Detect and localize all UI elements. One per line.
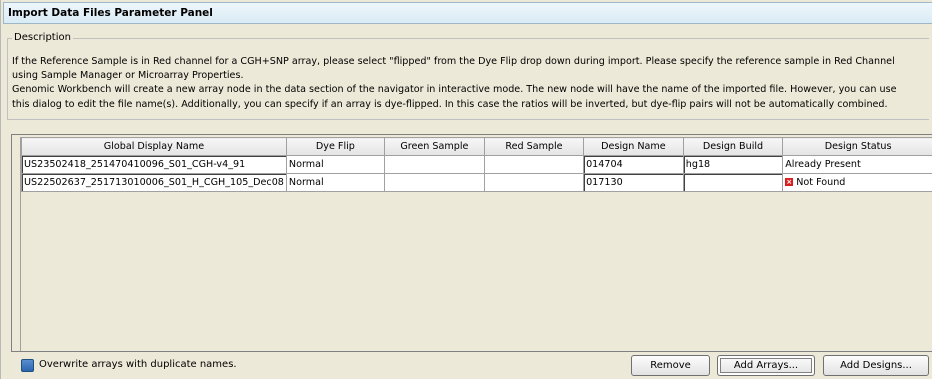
remove-button[interactable]: Remove — [631, 355, 710, 376]
panel-footer: Overwrite arrays with duplicate names. R… — [1, 352, 932, 379]
table-row[interactable]: US23502418_251470410096_S01_CGH-v4_91 No… — [21, 155, 932, 174]
panel-title: Import Data Files Parameter Panel — [3, 2, 932, 24]
design-build-cell[interactable]: hg18 — [682, 155, 784, 174]
description-line: this dialog to edit the file name(s). Ad… — [12, 98, 888, 110]
green-sample-cell[interactable] — [383, 155, 485, 174]
arrays-table-frame: Global Display Name Dye Flip Green Sampl… — [11, 134, 932, 352]
column-header-global-display-name[interactable]: Global Display Name — [21, 137, 287, 156]
description-legend: Description — [12, 31, 73, 45]
design-status-cell: × Not Found — [782, 173, 932, 192]
global-display-name-cell[interactable]: US22502637_251713010006_S01_H_CGH_105_De… — [21, 173, 287, 192]
table-row[interactable]: US22502637_251713010006_S01_H_CGH_105_De… — [21, 173, 932, 192]
arrays-table: Global Display Name Dye Flip Green Sampl… — [21, 137, 932, 192]
description-text: If the Reference Sample is in Red channe… — [12, 55, 928, 112]
column-header-design-build[interactable]: Design Build — [682, 137, 784, 156]
red-sample-cell[interactable] — [483, 155, 585, 174]
column-header-green-sample[interactable]: Green Sample — [383, 137, 485, 156]
column-header-red-sample[interactable]: Red Sample — [483, 137, 585, 156]
global-display-name-cell[interactable]: US23502418_251470410096_S01_CGH-v4_91 — [21, 155, 287, 174]
column-header-design-name[interactable]: Design Name — [583, 137, 684, 156]
design-status-text: Not Found — [796, 177, 846, 188]
design-build-cell[interactable] — [682, 173, 784, 192]
arrays-table-viewport[interactable]: Global Display Name Dye Flip Green Sampl… — [20, 137, 932, 351]
red-sample-cell[interactable] — [483, 173, 585, 192]
description-line: If the Reference Sample is in Red channe… — [12, 56, 895, 67]
green-sample-cell[interactable] — [383, 173, 485, 192]
design-name-cell[interactable]: 017130 — [583, 173, 684, 192]
add-designs-button[interactable]: Add Designs... — [823, 355, 929, 376]
error-x-icon: × — [785, 178, 794, 186]
description-line: using Sample Manager or Microarray Prope… — [12, 70, 244, 82]
description-group: Description If the Reference Sample is i… — [7, 31, 929, 120]
column-header-design-status[interactable]: Design Status — [782, 137, 932, 156]
import-parameter-panel: Import Data Files Parameter Panel Descri… — [0, 0, 932, 379]
add-arrays-button[interactable]: Add Arrays... — [717, 355, 815, 376]
overwrite-checkbox[interactable] — [21, 359, 34, 372]
table-header-row: Global Display Name Dye Flip Green Sampl… — [21, 137, 932, 156]
design-status-cell: Already Present — [782, 155, 932, 174]
dye-flip-cell[interactable]: Normal — [285, 155, 385, 174]
column-header-dye-flip[interactable]: Dye Flip — [285, 137, 385, 156]
description-line: Genomic Workbench will create a new arra… — [12, 84, 897, 96]
dye-flip-cell[interactable]: Normal — [285, 173, 385, 192]
design-name-cell[interactable]: 014704 — [583, 155, 684, 174]
overwrite-checkbox-label[interactable]: Overwrite arrays with duplicate names. — [39, 358, 237, 372]
